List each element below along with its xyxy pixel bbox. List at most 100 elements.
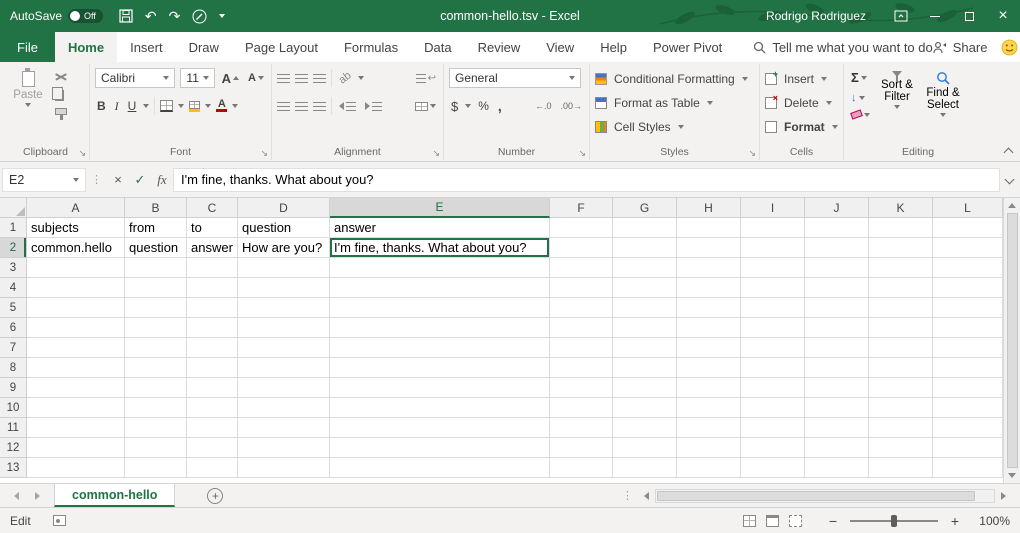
cell-G3[interactable] (613, 258, 677, 278)
cell-F6[interactable] (550, 318, 613, 338)
normal-view-icon[interactable] (743, 515, 756, 527)
cell-K2[interactable] (869, 238, 933, 258)
cell-J7[interactable] (805, 338, 869, 358)
column-header-E[interactable]: E (330, 198, 550, 218)
cell-L12[interactable] (933, 438, 1003, 458)
orientation-dropdown-icon[interactable] (358, 76, 364, 80)
cell-J6[interactable] (805, 318, 869, 338)
column-header-B[interactable]: B (125, 198, 187, 218)
cell-B2[interactable]: question (125, 238, 187, 258)
merge-center-button[interactable] (413, 101, 438, 112)
cell-H1[interactable] (677, 218, 741, 238)
number-format-combo[interactable]: General (449, 68, 581, 88)
row-header-8[interactable]: 8 (0, 358, 27, 378)
cell-B3[interactable] (125, 258, 187, 278)
cell-styles-button[interactable]: Cell Styles (612, 119, 673, 135)
paste-button[interactable]: Paste (7, 67, 49, 115)
cell-G2[interactable] (613, 238, 677, 258)
row-header-7[interactable]: 7 (0, 338, 27, 358)
cell-D12[interactable] (238, 438, 330, 458)
ribbon-tab-help[interactable]: Help (587, 32, 640, 62)
autosum-button[interactable]: Σ (849, 69, 872, 86)
cell-B13[interactable] (125, 458, 187, 478)
cell-J12[interactable] (805, 438, 869, 458)
customize-qat-chevron-icon[interactable] (219, 14, 225, 18)
cell-D9[interactable] (238, 378, 330, 398)
cell-C3[interactable] (187, 258, 238, 278)
cell-F1[interactable] (550, 218, 613, 238)
save-icon[interactable] (119, 9, 133, 23)
cell-A4[interactable] (27, 278, 125, 298)
maximize-button[interactable] (952, 0, 986, 32)
column-header-G[interactable]: G (613, 198, 677, 218)
horizontal-scrollbar[interactable] (655, 489, 995, 503)
undo-icon[interactable]: ↶ (145, 9, 157, 23)
format-dropdown-icon[interactable] (832, 125, 838, 129)
cell-A10[interactable] (27, 398, 125, 418)
cell-K7[interactable] (869, 338, 933, 358)
cell-D1[interactable]: question (238, 218, 330, 238)
cell-K6[interactable] (869, 318, 933, 338)
row-header-4[interactable]: 4 (0, 278, 27, 298)
cell-E8[interactable] (330, 358, 550, 378)
cell-E7[interactable] (330, 338, 550, 358)
column-header-D[interactable]: D (238, 198, 330, 218)
wrap-text-button[interactable]: ↩ (414, 72, 438, 85)
cell-C10[interactable] (187, 398, 238, 418)
increase-indent-button[interactable] (363, 98, 384, 114)
cell-L1[interactable] (933, 218, 1003, 238)
cell-E13[interactable] (330, 458, 550, 478)
cell-F11[interactable] (550, 418, 613, 438)
column-header-F[interactable]: F (550, 198, 613, 218)
cell-E11[interactable] (330, 418, 550, 438)
cell-J10[interactable] (805, 398, 869, 418)
zoom-slider-thumb[interactable] (891, 515, 897, 527)
cell-D2[interactable]: How are you? (238, 238, 330, 258)
font-dialog-launcher-icon[interactable]: ↘ (260, 149, 268, 158)
cell-H8[interactable] (677, 358, 741, 378)
user-name[interactable]: Rodrigo Rodriguez (766, 9, 866, 23)
cell-H9[interactable] (677, 378, 741, 398)
cell-H4[interactable] (677, 278, 741, 298)
cell-B8[interactable] (125, 358, 187, 378)
cell-H11[interactable] (677, 418, 741, 438)
comma-button[interactable]: , (496, 97, 504, 115)
align-right-icon[interactable] (313, 102, 326, 111)
cell-A5[interactable] (27, 298, 125, 318)
cell-J4[interactable] (805, 278, 869, 298)
column-header-H[interactable]: H (677, 198, 741, 218)
orientation-icon[interactable]: ab (334, 67, 355, 88)
paste-dropdown-icon[interactable] (25, 103, 31, 107)
cell-I12[interactable] (741, 438, 805, 458)
row-header-6[interactable]: 6 (0, 318, 27, 338)
ribbon-tab-power-pivot[interactable]: Power Pivot (640, 32, 735, 62)
cell-H2[interactable] (677, 238, 741, 258)
bold-button[interactable]: B (95, 98, 108, 114)
fill-color-dropdown-icon[interactable] (205, 104, 211, 108)
cell-D10[interactable] (238, 398, 330, 418)
cell-B11[interactable] (125, 418, 187, 438)
zoom-out-button[interactable]: − (827, 513, 839, 529)
cell-K1[interactable] (869, 218, 933, 238)
row-header-11[interactable]: 11 (0, 418, 27, 438)
zoom-in-button[interactable]: + (949, 513, 961, 529)
cell-C4[interactable] (187, 278, 238, 298)
cell-L9[interactable] (933, 378, 1003, 398)
row-header-10[interactable]: 10 (0, 398, 27, 418)
cell-J5[interactable] (805, 298, 869, 318)
cell-I8[interactable] (741, 358, 805, 378)
cell-D4[interactable] (238, 278, 330, 298)
cell-F13[interactable] (550, 458, 613, 478)
row-header-13[interactable]: 13 (0, 458, 27, 478)
row-header-1[interactable]: 1 (0, 218, 27, 238)
cell-B7[interactable] (125, 338, 187, 358)
format-as-table-button[interactable]: Format as Table (612, 95, 702, 111)
cell-I11[interactable] (741, 418, 805, 438)
cell-F9[interactable] (550, 378, 613, 398)
cell-L4[interactable] (933, 278, 1003, 298)
cell-styles-dropdown-icon[interactable] (678, 125, 684, 129)
row-header-12[interactable]: 12 (0, 438, 27, 458)
alignment-dialog-launcher-icon[interactable]: ↘ (432, 149, 440, 158)
ribbon-display-options-button[interactable] (884, 0, 918, 32)
cell-K11[interactable] (869, 418, 933, 438)
